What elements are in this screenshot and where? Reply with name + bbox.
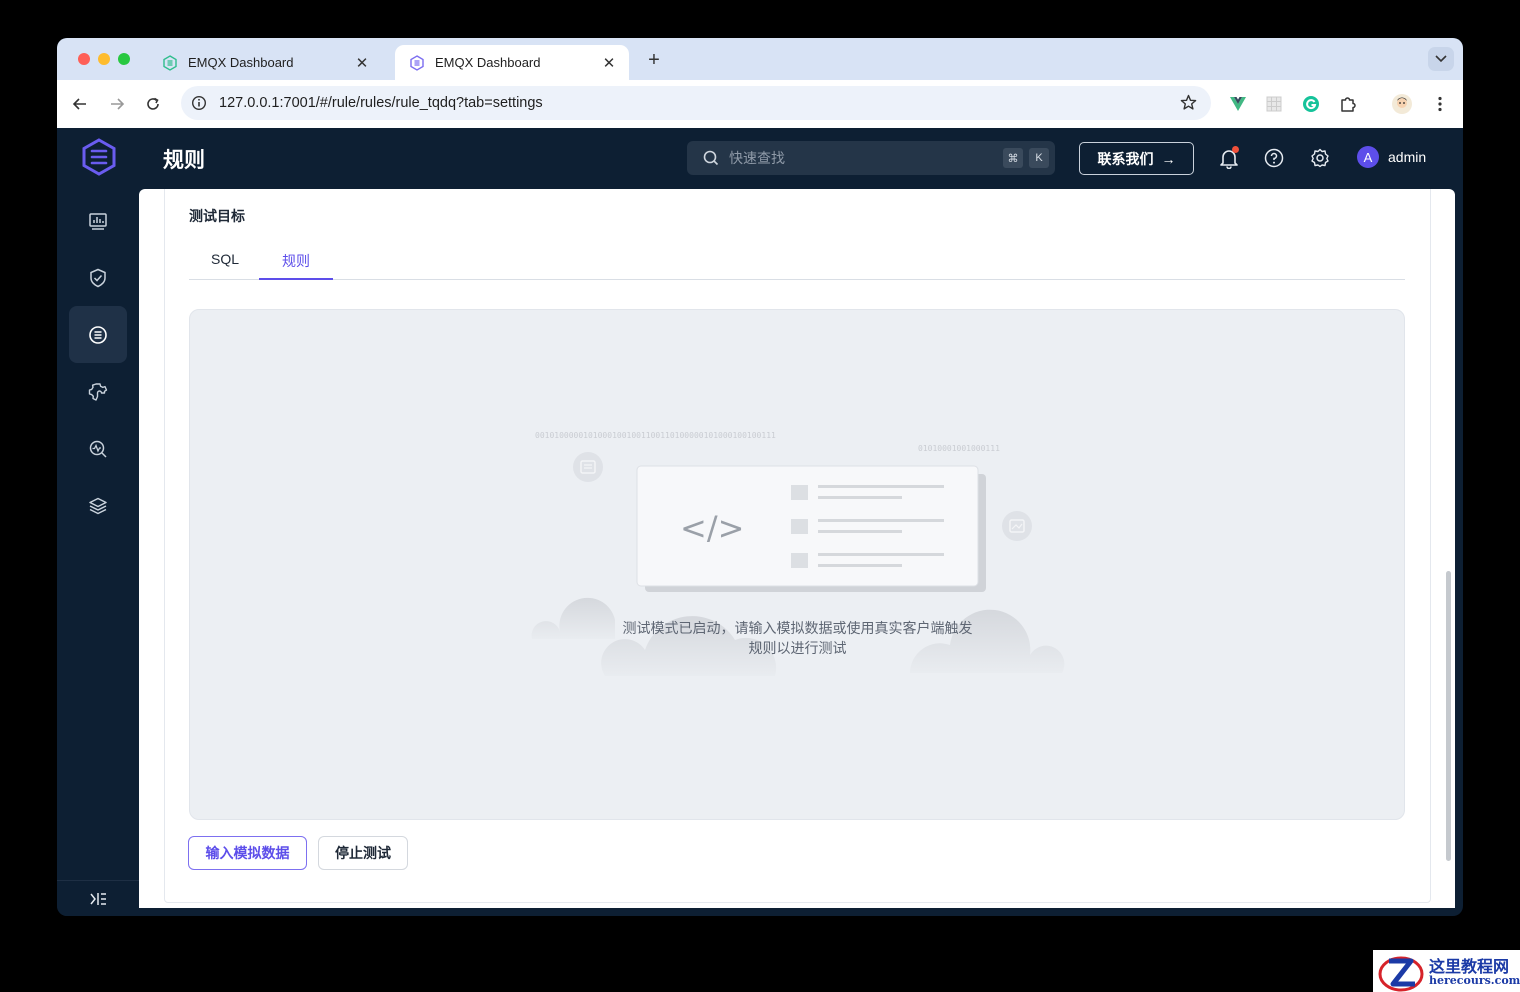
arrow-left-icon <box>72 98 86 110</box>
browser-menu-icon[interactable] <box>1428 92 1452 116</box>
user-menu[interactable]: A admin <box>1357 146 1426 168</box>
settings-puzzle-icon <box>88 382 108 401</box>
browser-tab-1[interactable]: EMQX Dashboard ✕ <box>148 45 382 80</box>
extensions-puzzle-icon[interactable] <box>1336 92 1360 116</box>
collapse-icon <box>90 892 106 905</box>
profile-avatar-icon[interactable] <box>1390 92 1414 116</box>
tab-search-button[interactable] <box>1428 47 1454 71</box>
browser-tabbar: EMQX Dashboard ✕ EMQX Dashboard ✕ + <box>57 38 1463 80</box>
integration-icon <box>89 325 107 344</box>
bookmark-star-icon[interactable] <box>1180 94 1197 116</box>
chevron-down-icon <box>1435 55 1447 63</box>
active-tab-indicator <box>259 278 333 280</box>
stop-test-button[interactable]: 停止测试 <box>318 836 408 870</box>
sidebar-item-dashboard[interactable] <box>69 192 127 249</box>
tab-title: EMQX Dashboard <box>188 55 294 70</box>
tab-rule[interactable]: 规则 <box>282 251 310 271</box>
site-info-icon[interactable] <box>191 95 207 111</box>
browser-tab-2[interactable]: EMQX Dashboard ✕ <box>395 45 629 80</box>
maximize-window-button[interactable] <box>118 53 130 65</box>
settings-gear-icon[interactable] <box>1308 146 1332 170</box>
search-icon <box>703 150 719 166</box>
sidebar-item-extensions[interactable] <box>69 477 127 534</box>
contact-us-button[interactable]: 联系我们 → <box>1079 142 1194 175</box>
watermark: 这里教程网 herecours.com <box>1373 950 1520 992</box>
page-title: 规则 <box>163 149 205 172</box>
search-placeholder: 快速查找 <box>729 150 785 166</box>
vue-devtools-extension-icon[interactable] <box>1226 92 1250 116</box>
sidebar <box>57 189 139 916</box>
diagnose-icon <box>89 440 107 458</box>
new-tab-button[interactable]: + <box>642 48 666 72</box>
binary-text-1: 0010100000101000100100110011010000010100… <box>535 431 776 440</box>
sidebar-item-integration[interactable] <box>69 306 127 363</box>
scrollbar[interactable] <box>1446 571 1451 861</box>
test-output-panel: 0010100000101000100100110011010000010100… <box>189 309 1405 820</box>
notification-bell-icon[interactable] <box>1217 146 1241 170</box>
sidebar-item-access-control[interactable] <box>69 249 127 306</box>
emqx-logo-icon[interactable] <box>81 138 117 181</box>
dashboard-icon <box>89 212 107 230</box>
notification-dot <box>1232 146 1239 153</box>
help-icon[interactable] <box>1262 146 1286 170</box>
sidebar-item-management[interactable] <box>69 363 127 420</box>
grid-extension-icon[interactable] <box>1262 92 1286 116</box>
arrow-right-icon <box>111 98 125 110</box>
emqx-favicon-icon <box>409 54 425 71</box>
sidebar-item-diagnose[interactable] <box>69 420 127 477</box>
browser-window: EMQX Dashboard ✕ EMQX Dashboard ✕ + 127.… <box>57 38 1463 916</box>
url-text: 127.0.0.1:7001/#/rule/rules/rule_tqdq?ta… <box>219 95 543 111</box>
arrow-right-icon: → <box>1161 150 1176 167</box>
emqx-favicon-icon <box>162 54 178 71</box>
section-title: 测试目标 <box>189 208 245 224</box>
tab-sql[interactable]: SQL <box>211 251 239 267</box>
close-window-button[interactable] <box>78 53 90 65</box>
sidebar-collapse-button[interactable] <box>57 880 139 916</box>
grammarly-extension-icon[interactable] <box>1299 92 1323 116</box>
shortcut-key-cmd: ⌘ <box>1003 148 1023 168</box>
app-header: 规则 快速查找 ⌘ K 联系我们 → A admin <box>57 128 1463 189</box>
browser-toolbar: 127.0.0.1:7001/#/rule/rules/rule_tqdq?ta… <box>57 80 1463 128</box>
quick-search-input[interactable]: 快速查找 ⌘ K <box>687 141 1055 175</box>
test-target-tabs: SQL 规则 <box>189 239 1405 280</box>
forward-button[interactable] <box>105 92 129 116</box>
empty-state-message: 测试模式已启动，请输入模拟数据或使用真实客户端触发规则以进行测试 <box>622 620 973 656</box>
reload-button[interactable] <box>141 92 165 116</box>
empty-state-illustration: 0010100000101000100100110011010000010100… <box>531 431 1065 676</box>
main-content: 测试目标 SQL 规则 0010100000101000100100110011… <box>139 189 1455 908</box>
avatar: A <box>1357 146 1379 168</box>
reload-icon <box>147 97 159 110</box>
address-bar[interactable]: 127.0.0.1:7001/#/rule/rules/rule_tqdq?ta… <box>181 86 1211 120</box>
shortcut-key-k: K <box>1029 148 1049 168</box>
contact-us-label: 联系我们 <box>1097 150 1154 167</box>
binary-text-2: 01010001001000111 <box>918 444 1000 453</box>
watermark-logo-icon <box>1378 956 1424 992</box>
back-button[interactable] <box>68 92 92 116</box>
close-tab-icon[interactable]: ✕ <box>354 55 370 72</box>
code-symbol-text: </> <box>680 509 744 547</box>
input-mock-data-button[interactable]: 输入模拟数据 <box>188 836 307 870</box>
username: admin <box>1388 149 1427 165</box>
shield-icon <box>90 268 106 287</box>
layers-icon <box>89 497 107 514</box>
watermark-en-text: herecours.com <box>1429 974 1520 987</box>
minimize-window-button[interactable] <box>98 53 110 65</box>
tab-title: EMQX Dashboard <box>435 55 541 70</box>
close-tab-icon[interactable]: ✕ <box>601 55 617 72</box>
